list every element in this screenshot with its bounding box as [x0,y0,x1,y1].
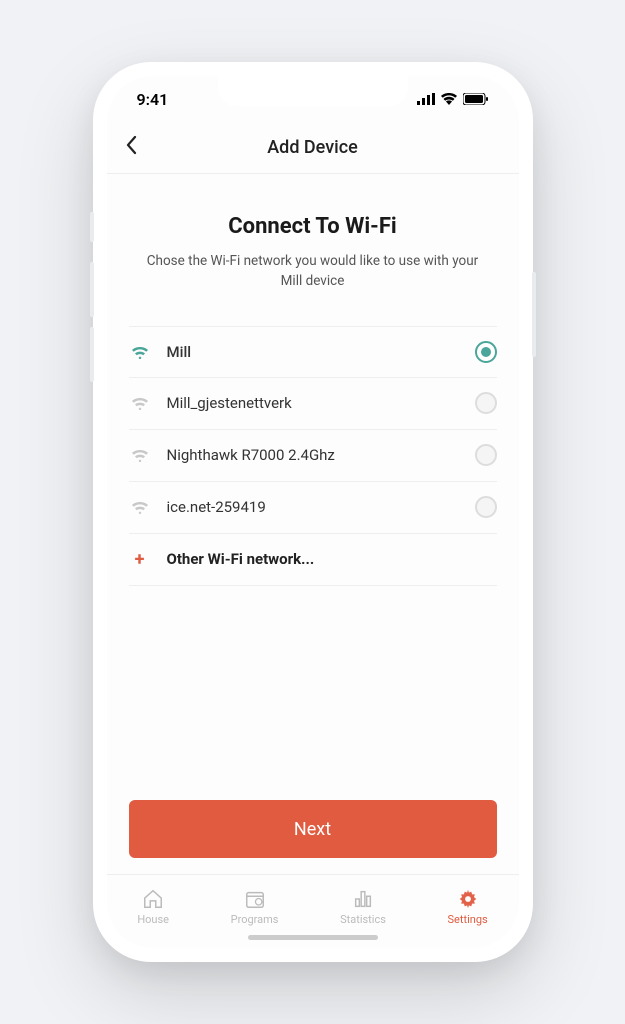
nav-header: Add Device [107,122,519,174]
page-title: Add Device [267,137,358,158]
status-time: 9:41 [137,90,169,109]
radio-unselected[interactable] [475,444,497,466]
wifi-row-mill[interactable]: Mill [129,326,497,378]
back-button[interactable] [125,135,137,161]
wifi-row-gjestenettverk[interactable]: Mill_gjestenettverk [129,378,497,430]
wifi-name: Mill_gjestenettverk [167,394,475,412]
tab-label: Settings [448,913,488,926]
wifi-icon [129,448,151,462]
tab-label: Statistics [340,913,386,926]
stats-icon [352,888,374,910]
wifi-icon [129,396,151,410]
status-indicators [417,90,489,109]
house-icon [142,888,164,910]
calendar-icon [244,888,266,910]
cellular-icon [417,90,435,109]
tab-statistics[interactable]: Statistics [340,888,386,926]
wifi-icon [129,500,151,514]
other-network-label: Other Wi-Fi network... [167,550,315,568]
plus-icon: + [129,549,151,570]
content: Connect To Wi-Fi Chose the Wi-Fi network… [107,174,519,874]
tab-house[interactable]: House [137,888,169,926]
wifi-row-icenet[interactable]: ice.net-259419 [129,482,497,534]
wifi-list: Mill Mill_gjestenettverk Nighthawk R7000… [129,326,497,586]
wifi-name: ice.net-259419 [167,498,475,516]
radio-unselected[interactable] [475,496,497,518]
next-button-label: Next [294,819,331,840]
next-button[interactable]: Next [129,800,497,858]
tab-label: Programs [231,913,279,926]
tab-settings[interactable]: Settings [448,888,488,926]
notch [218,76,408,106]
wifi-status-icon [441,90,457,109]
battery-icon [463,90,489,109]
gear-icon [457,888,479,910]
tab-programs[interactable]: Programs [231,888,279,926]
home-indicator[interactable] [248,935,378,940]
radio-unselected[interactable] [475,392,497,414]
wifi-name: Mill [167,343,475,361]
tab-label: House [137,913,169,926]
radio-selected[interactable] [475,341,497,363]
phone-frame: 9:41 Add Device Connect To Wi-Fi Cho [93,62,533,962]
chevron-left-icon [125,135,137,155]
wifi-icon [129,345,151,359]
content-heading: Connect To Wi-Fi [129,214,497,239]
screen: 9:41 Add Device Connect To Wi-Fi Cho [107,76,519,948]
wifi-row-nighthawk[interactable]: Nighthawk R7000 2.4Ghz [129,430,497,482]
other-network-button[interactable]: + Other Wi-Fi network... [129,534,497,586]
wifi-name: Nighthawk R7000 2.4Ghz [167,446,475,464]
content-subheading: Chose the Wi-Fi network you would like t… [129,251,497,292]
